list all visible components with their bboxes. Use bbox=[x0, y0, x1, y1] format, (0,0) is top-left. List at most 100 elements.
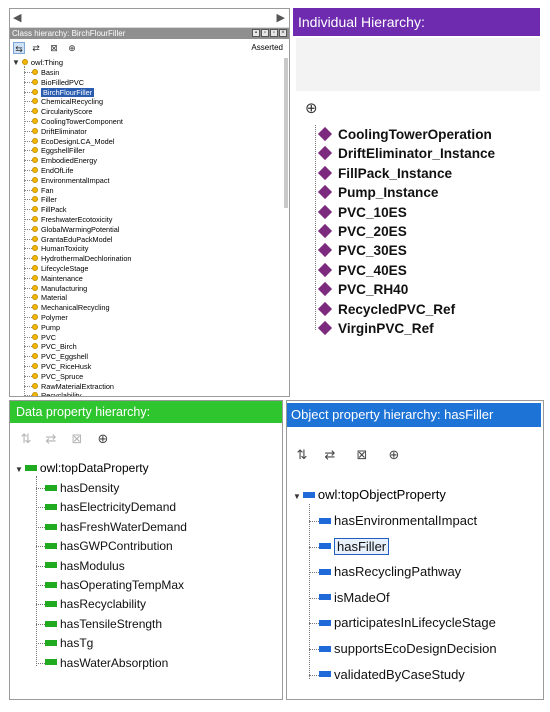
collapse-icon[interactable]: ▼ bbox=[12, 58, 20, 67]
data-property-node[interactable]: hasTg bbox=[45, 634, 93, 653]
individual-node[interactable]: PVC_RH40 bbox=[317, 280, 408, 299]
hierarchy-mode-dropdown[interactable]: Asserted bbox=[251, 43, 283, 52]
delete-icon[interactable]: ⊠ bbox=[68, 430, 86, 448]
class-node[interactable]: EggshellFiller bbox=[32, 146, 85, 155]
object-property-node[interactable]: hasFiller bbox=[319, 537, 390, 557]
class-node[interactable]: CircularityScore bbox=[32, 107, 93, 116]
target-icon[interactable]: ⊕ bbox=[385, 446, 403, 464]
individual-node[interactable]: DriftEliminator_Instance bbox=[317, 144, 495, 163]
class-node[interactable]: GrantaEduPackModel bbox=[32, 235, 112, 244]
class-node[interactable]: FreshwaterEcotoxicity bbox=[32, 215, 112, 224]
close-icon[interactable]: × bbox=[279, 29, 287, 37]
view-options-icon[interactable]: ▪ bbox=[252, 29, 260, 37]
class-node[interactable]: PVC_Birch bbox=[32, 342, 77, 351]
class-node[interactable]: LifecycleStage bbox=[32, 264, 88, 273]
class-node[interactable]: Recyclability bbox=[32, 391, 82, 396]
data-property-icon bbox=[45, 581, 57, 588]
back-arrow-icon[interactable]: ◀ bbox=[13, 11, 21, 24]
data-property-node[interactable]: hasOperatingTempMax bbox=[45, 576, 184, 595]
class-node[interactable]: RawMaterialExtraction bbox=[32, 382, 114, 391]
object-property-node[interactable]: hasEnvironmentalImpact bbox=[319, 511, 477, 531]
maximize-icon[interactable]: ▫ bbox=[270, 29, 278, 37]
object-root-node[interactable]: ▼ owl:topObjectProperty bbox=[293, 487, 446, 502]
add-sub-property-icon[interactable]: ⇅ bbox=[17, 430, 35, 448]
class-panel-title-bar: Class hierarchy: BirchFlourFiller ▪ ▫ ▫ … bbox=[10, 28, 289, 39]
tree-connector bbox=[24, 287, 32, 289]
individual-label: Pump_Instance bbox=[338, 185, 439, 201]
individual-node[interactable]: PVC_30ES bbox=[317, 241, 407, 260]
data-property-icon bbox=[45, 601, 57, 608]
data-property-icon bbox=[45, 640, 57, 647]
class-node[interactable]: BioFilledPVC bbox=[32, 78, 84, 87]
class-node[interactable]: EmbodiedEnergy bbox=[32, 156, 97, 165]
class-node[interactable]: Fan bbox=[32, 186, 54, 195]
object-property-node[interactable]: hasRecyclingPathway bbox=[319, 562, 461, 582]
class-node[interactable]: HumanToxicity bbox=[32, 244, 88, 253]
individual-node[interactable]: Pump_Instance bbox=[317, 183, 438, 202]
data-root-node[interactable]: ▼ owl:topDataProperty bbox=[15, 461, 149, 475]
class-root-node[interactable]: ▼ owl:Thing bbox=[12, 58, 63, 67]
class-node[interactable]: PVC_RiceHusk bbox=[32, 362, 91, 371]
class-label: ChemicalRecycling bbox=[41, 97, 104, 107]
object-panel-title: Object property hierarchy: hasFiller bbox=[287, 403, 541, 427]
individual-node[interactable]: PVC_40ES bbox=[317, 261, 407, 280]
individual-node[interactable]: CoolingTowerOperation bbox=[317, 125, 492, 144]
data-property-node[interactable]: hasModulus bbox=[45, 557, 125, 576]
class-node[interactable]: EnvironmentalImpact bbox=[32, 176, 110, 185]
target-icon[interactable]: ⊕ bbox=[94, 430, 112, 448]
class-node[interactable]: Pump bbox=[32, 323, 60, 332]
minimize-icon[interactable]: ▫ bbox=[261, 29, 269, 37]
class-node[interactable]: HydrothermalDechlorination bbox=[32, 254, 131, 263]
object-property-node[interactable]: validatedByCaseStudy bbox=[319, 665, 465, 685]
individual-node[interactable]: PVC_20ES bbox=[317, 222, 407, 241]
data-property-node[interactable]: hasWaterAbsorption bbox=[45, 654, 168, 673]
individual-label: PVC_RH40 bbox=[338, 282, 409, 298]
individual-node[interactable]: FillPack_Instance bbox=[317, 164, 452, 183]
add-sub-property-icon[interactable]: ⇅ bbox=[293, 446, 311, 464]
forward-arrow-icon[interactable]: ▶ bbox=[277, 11, 285, 24]
class-node[interactable]: PVC_Spruce bbox=[32, 372, 83, 381]
collapse-icon[interactable]: ▼ bbox=[293, 492, 301, 501]
class-node[interactable]: Filler bbox=[32, 195, 57, 204]
add-sibling-property-icon[interactable]: ⇄ bbox=[42, 430, 60, 448]
add-subclass-icon[interactable]: ⇆ bbox=[13, 42, 25, 54]
individual-node[interactable]: RecycledPVC_Ref bbox=[317, 300, 455, 319]
class-node[interactable]: Polymer bbox=[32, 313, 68, 322]
class-node[interactable]: DriftEliminator bbox=[32, 127, 87, 136]
class-node[interactable]: CoolingTowerComponent bbox=[32, 117, 123, 126]
class-node[interactable]: PVC_Eggshell bbox=[32, 352, 88, 361]
object-property-node[interactable]: supportsEcoDesignDecision bbox=[319, 639, 497, 659]
target-icon[interactable]: ⊕ bbox=[66, 42, 78, 54]
class-node[interactable]: MechanicalRecycling bbox=[32, 303, 110, 312]
data-property-node[interactable]: hasFreshWaterDemand bbox=[45, 518, 187, 537]
scrollbar-thumb[interactable] bbox=[284, 58, 288, 208]
add-sibling-property-icon[interactable]: ⇄ bbox=[321, 446, 339, 464]
class-node[interactable]: Manufacturing bbox=[32, 284, 87, 293]
individual-node[interactable]: PVC_10ES bbox=[317, 203, 407, 222]
delete-icon[interactable]: ⊠ bbox=[353, 446, 371, 464]
class-node[interactable]: Maintenance bbox=[32, 274, 83, 283]
class-node[interactable]: ChemicalRecycling bbox=[32, 97, 103, 106]
data-property-node[interactable]: hasDensity bbox=[45, 479, 119, 498]
class-node[interactable]: EndOfLife bbox=[32, 166, 73, 175]
data-property-node[interactable]: hasRecyclability bbox=[45, 595, 146, 614]
class-node[interactable]: GlobalWarmingPotential bbox=[32, 225, 119, 234]
data-property-node[interactable]: hasElectricityDemand bbox=[45, 498, 176, 517]
class-node[interactable]: PVC bbox=[32, 333, 56, 342]
class-node[interactable]: BirchFlourFiller bbox=[32, 87, 95, 97]
tree-connector bbox=[36, 662, 45, 664]
class-node[interactable]: Material bbox=[32, 293, 67, 302]
target-icon[interactable]: ⊕ bbox=[305, 99, 318, 117]
data-property-node[interactable]: hasGWPContribution bbox=[45, 537, 173, 556]
data-property-node[interactable]: hasTensileStrength bbox=[45, 615, 162, 634]
collapse-icon[interactable]: ▼ bbox=[15, 465, 23, 474]
class-node[interactable]: FillPack bbox=[32, 205, 67, 214]
object-property-node[interactable]: participatesInLifecycleStage bbox=[319, 613, 496, 633]
object-property-node[interactable]: isMadeOf bbox=[319, 588, 390, 608]
delete-icon[interactable]: ⊠ bbox=[48, 42, 60, 54]
class-node[interactable]: EcoDesignLCA_Model bbox=[32, 137, 114, 146]
individual-node[interactable]: VirginPVC_Ref bbox=[317, 319, 434, 338]
add-sibling-icon[interactable]: ⇄ bbox=[30, 42, 42, 54]
vertical-scrollbar[interactable] bbox=[284, 58, 288, 396]
class-node[interactable]: Basin bbox=[32, 68, 59, 77]
